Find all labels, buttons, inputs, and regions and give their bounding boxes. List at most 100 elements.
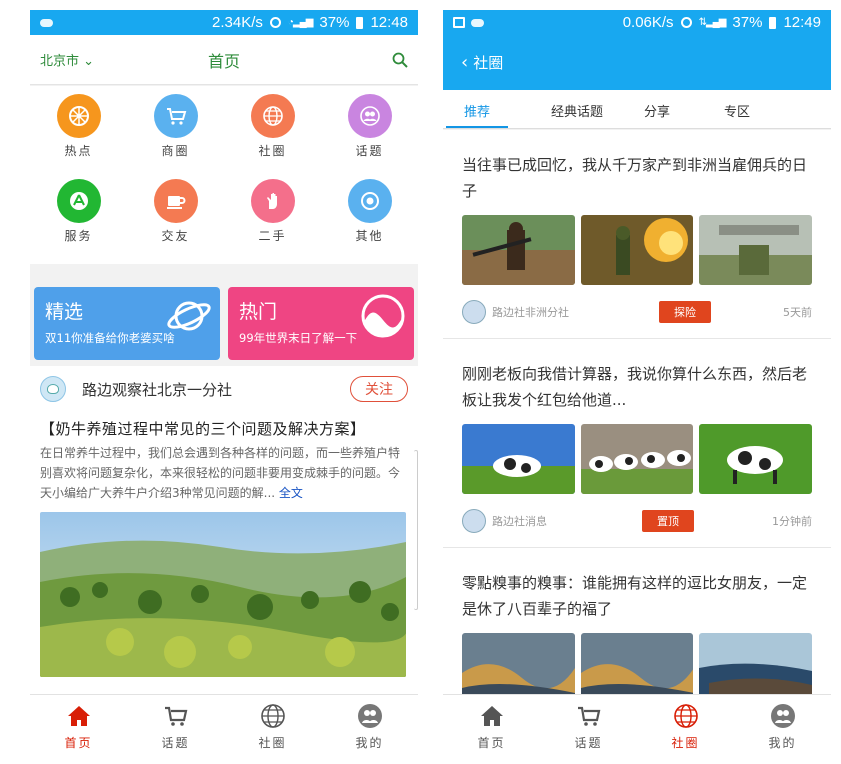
post-body: 在日常养牛过程中，我们总会遇到各种各样的问题，而一些养殖户特别喜欢将问题复杂化，…: [40, 443, 408, 503]
avatar[interactable]: [462, 508, 486, 533]
tab-topics[interactable]: 话题: [540, 695, 637, 758]
featured-banner[interactable]: 精选 双11你准备给你老婆买啥: [34, 287, 220, 360]
category-hot[interactable]: 热点: [30, 94, 127, 166]
feed-meta: 路边社非洲分社 探险 5天前: [462, 285, 812, 338]
signal-icon: ⇅▂▄▆: [698, 17, 727, 28]
alarm-icon: [680, 17, 692, 28]
tab-topics[interactable]: 话题: [127, 695, 224, 758]
planet-icon: [167, 301, 211, 331]
people-icon: [347, 94, 392, 138]
category-label: 二手: [258, 229, 287, 243]
community-screen: 0.06K/s ⇅▂▄▆ 37% 12:49 ‹ 社圈 推荐 经典话题 分享 专…: [443, 10, 831, 758]
search-icon[interactable]: [392, 52, 408, 68]
tab-home[interactable]: 首页: [443, 695, 540, 758]
feed-thumbnails: [462, 215, 813, 285]
category-shopping[interactable]: 商圈: [127, 94, 224, 166]
category-community[interactable]: 社圈: [224, 94, 321, 166]
home-icon: [480, 705, 503, 726]
hand-icon: [250, 179, 295, 223]
tab-label: 社圈: [671, 735, 700, 750]
bottom-tab-bar: 首页 话题 社圈 我的: [30, 694, 418, 758]
target-icon: [347, 179, 392, 223]
tab-home[interactable]: 首页: [30, 695, 127, 758]
city-selector[interactable]: 北京市 ⌄: [40, 50, 94, 69]
thumbnail[interactable]: [462, 633, 575, 703]
back-icon[interactable]: ‹: [461, 52, 468, 73]
tab-profile[interactable]: 我的: [321, 695, 418, 758]
home-screen: 2.34K/s ◔▂▄▆ 37% 12:48 北京市 ⌄ 首页 热点 商圈 社圈…: [30, 10, 418, 758]
tab-zone[interactable]: 专区: [692, 90, 782, 128]
post-title[interactable]: 【奶牛养殖过程中常见的三个问题及解决方案】: [40, 418, 408, 439]
feed-source[interactable]: 路边社消息: [492, 513, 547, 529]
feed-thumbnails: [462, 424, 813, 494]
avatar[interactable]: [40, 376, 66, 402]
hot-banner[interactable]: 热门 99年世界末日了解一下: [228, 287, 414, 360]
post-author[interactable]: 路边观察社北京一分社: [82, 379, 232, 400]
doraemon-icon: [47, 384, 59, 394]
battery-percent: 37%: [319, 14, 350, 31]
read-more-link[interactable]: 全文: [279, 486, 303, 500]
feed-thumbnails: [462, 633, 813, 703]
clock: 12:49: [783, 14, 821, 31]
tab-recommended[interactable]: 推荐: [446, 90, 508, 128]
status-badge: 置顶: [642, 509, 694, 532]
page-title: 社圈: [473, 54, 504, 72]
category-friends[interactable]: 交友: [127, 179, 224, 251]
globe-icon: [250, 94, 295, 138]
category-topics[interactable]: 话题: [321, 94, 418, 166]
battery-icon: [356, 16, 364, 29]
globe-icon: [260, 703, 285, 728]
thumbnail[interactable]: [462, 215, 575, 285]
post-image[interactable]: [40, 512, 406, 677]
thumbnail[interactable]: [580, 424, 694, 494]
feed-title[interactable]: 刚刚老板向我借计算器，我说你算什么东西，然后老板让我发个红包给他道...: [462, 361, 812, 413]
thumbnail[interactable]: [580, 633, 694, 703]
thumbnail[interactable]: [699, 633, 813, 703]
cup-icon: [153, 179, 198, 223]
thumbnail[interactable]: [699, 215, 813, 285]
category-label: 服务: [64, 229, 93, 243]
thumbnail[interactable]: [580, 215, 694, 285]
status-bar: 0.06K/s ⇅▂▄▆ 37% 12:49: [443, 10, 831, 35]
feed-title[interactable]: 当往事已成回忆，我从千万家产到非洲当雇佣兵的日子: [462, 152, 812, 204]
cloud-icon: [471, 18, 484, 27]
city-label: 北京市: [40, 54, 80, 69]
category-service[interactable]: 服务: [30, 179, 127, 251]
chevron-down-icon: ⌄: [83, 54, 95, 69]
category-other[interactable]: 其他: [321, 179, 418, 251]
tab-community[interactable]: 社圈: [637, 695, 734, 758]
post-excerpt: 在日常养牛过程中，我们总会遇到各种各样的问题，而一些养殖户特别喜欢将问题复杂化，…: [40, 446, 401, 500]
feed-source[interactable]: 路边社非洲分社: [492, 304, 569, 320]
category-grid: 热点 商圈 社圈 话题 服务 交友 二手 其他: [30, 86, 418, 264]
network-speed: 2.34K/s: [212, 14, 263, 31]
list-item[interactable]: 当往事已成回忆，我从千万家产到非洲当雇佣兵的日子 路边社非洲分社 探险 5天前: [443, 130, 831, 339]
community-nav: ‹ 社圈: [443, 35, 831, 90]
thumbnail[interactable]: [699, 424, 813, 494]
tab-label: 我的: [355, 735, 384, 750]
category-secondhand[interactable]: 二手: [224, 179, 321, 251]
cart-icon: [577, 706, 600, 726]
tab-classic-topics[interactable]: 经典话题: [532, 90, 622, 128]
home-icon: [67, 705, 90, 726]
globe-icon: [673, 703, 698, 728]
follow-button[interactable]: 关注: [350, 376, 408, 402]
thumbnail[interactable]: [462, 424, 575, 494]
cart-icon: [153, 94, 198, 138]
tab-share[interactable]: 分享: [622, 90, 692, 128]
category-label: 商圈: [161, 144, 190, 158]
avatar[interactable]: [462, 299, 486, 324]
post-header: 路边观察社北京一分社 关注: [40, 376, 408, 402]
status-badge: 探险: [659, 300, 711, 323]
feed-list: 当往事已成回忆，我从千万家产到非洲当雇佣兵的日子 路边社非洲分社 探险 5天前 …: [443, 130, 831, 755]
bottom-tab-bar: 首页 话题 社圈 我的: [443, 694, 831, 758]
feed-title[interactable]: 零點糗事的糗事：谁能拥有这样的逗比女朋友，一定是休了八百辈子的福了: [462, 570, 812, 622]
tab-community[interactable]: 社圈: [224, 695, 321, 758]
tab-profile[interactable]: 我的: [734, 695, 831, 758]
category-label: 交友: [161, 229, 190, 243]
list-item[interactable]: 零點糗事的糗事：谁能拥有这样的逗比女朋友，一定是休了八百辈子的福了: [443, 548, 831, 703]
battery-percent: 37%: [732, 14, 763, 31]
list-item[interactable]: 刚刚老板向我借计算器，我说你算什么东西，然后老板让我发个红包给他道... 路边社…: [443, 339, 831, 548]
category-label: 话题: [355, 144, 384, 158]
post-card[interactable]: 路边观察社北京一分社 关注 【奶牛养殖过程中常见的三个问题及解决方案】 在日常养…: [30, 366, 418, 696]
feed-time: 1分钟前: [772, 514, 812, 528]
